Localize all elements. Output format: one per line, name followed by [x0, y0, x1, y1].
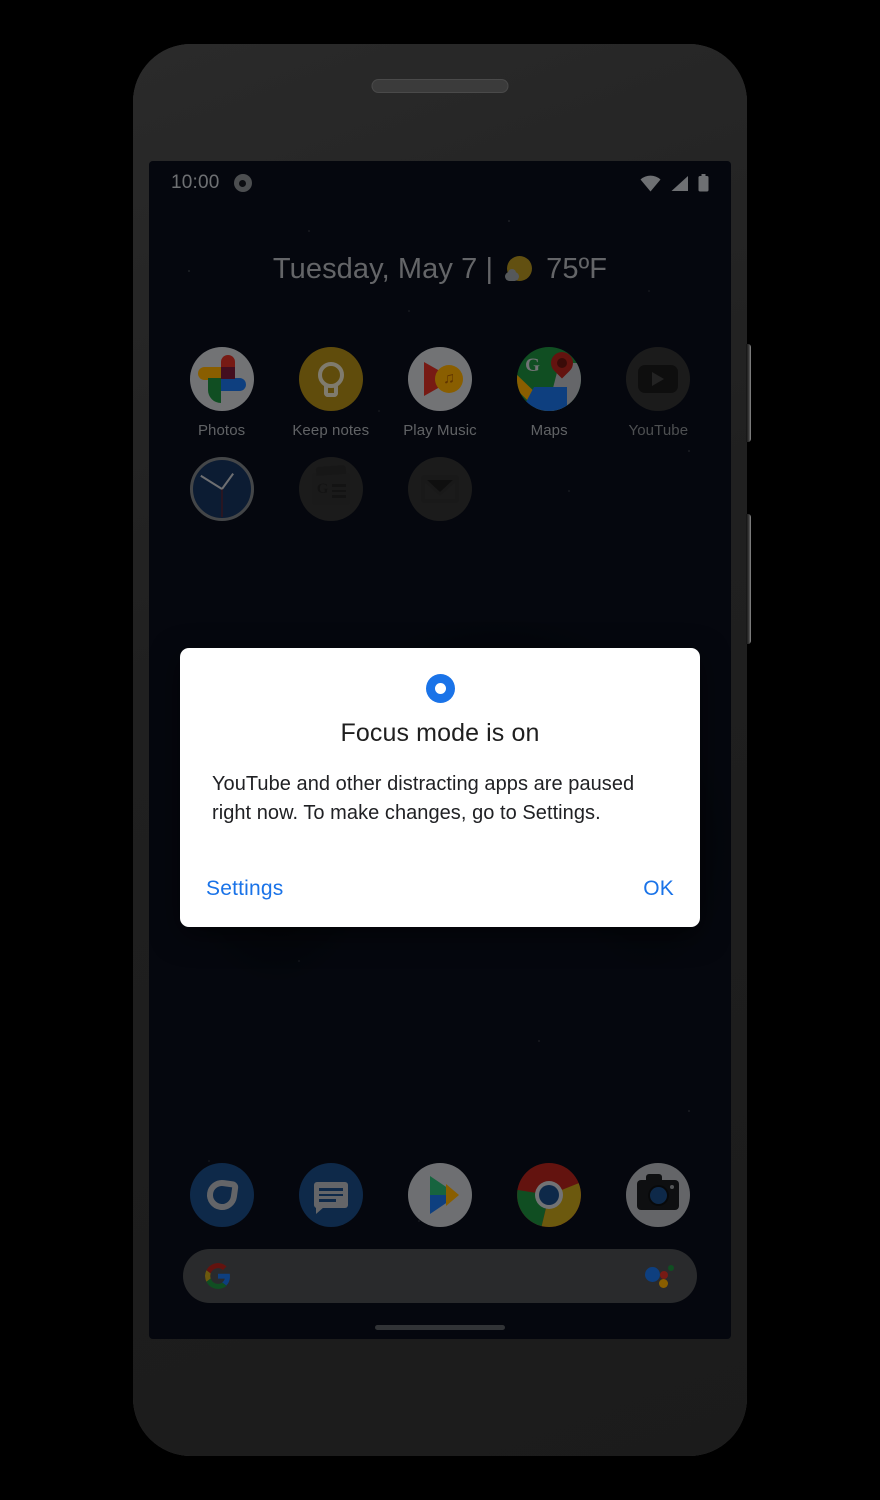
- ok-button[interactable]: OK: [641, 873, 676, 905]
- dialog-actions: Settings OK: [204, 873, 676, 927]
- earpiece-speaker: [372, 80, 508, 92]
- volume-button[interactable]: [746, 514, 751, 644]
- focus-mode-dialog: Focus mode is on YouTube and other distr…: [180, 648, 700, 927]
- phone-screen: 10:00 Tuesday, May 7 | 75ºF Photos Keep …: [149, 161, 731, 1339]
- phone-device-frame: 10:00 Tuesday, May 7 | 75ºF Photos Keep …: [133, 44, 751, 1456]
- settings-button[interactable]: Settings: [204, 873, 285, 905]
- dialog-body-text: YouTube and other distracting apps are p…: [212, 773, 635, 825]
- dialog-title: Focus mode is on: [340, 719, 540, 747]
- focus-mode-ring-icon: [425, 674, 455, 703]
- power-button[interactable]: [746, 344, 751, 442]
- dialog-icon-wrap: [204, 674, 676, 703]
